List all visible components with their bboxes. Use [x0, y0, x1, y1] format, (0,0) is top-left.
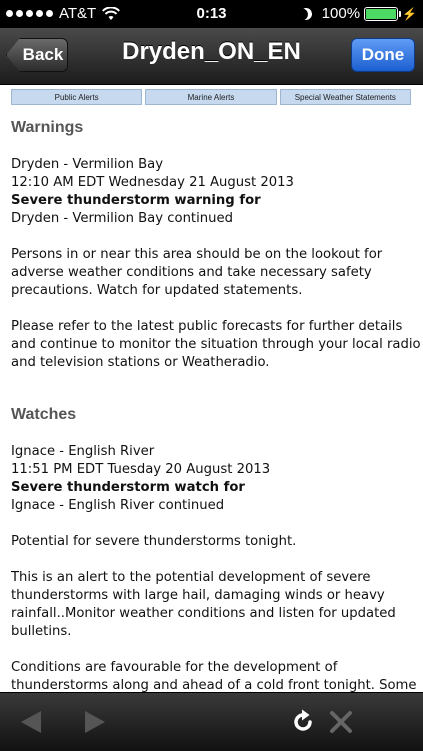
text-line: Please refer to the latest public foreca… — [11, 319, 403, 334]
warning-subtitle: Dryden - Vermilion Bay continued — [11, 211, 233, 226]
text-line: thunderstorms with large hail, damaging … — [11, 588, 385, 603]
watch-paragraph-1: Potential for severe thunderstorms tonig… — [11, 533, 416, 551]
status-bar: AT&T 0:13 100% ⚡ — [0, 0, 423, 28]
warning-paragraph-2: Please refer to the latest public foreca… — [11, 318, 421, 372]
text-line: Persons in or near this area should be o… — [11, 247, 383, 262]
watch-subtitle: Ignace - English River continued — [11, 498, 225, 513]
text-line: Conditions are favourable for the develo… — [11, 660, 338, 675]
text-line: and television stations or Weatheradio. — [11, 355, 270, 370]
warning-datetime: 12:10 AM EDT Wednesday 21 August 2013 — [11, 175, 294, 190]
status-right: 100% ⚡ — [300, 5, 417, 22]
navigation-bar: Back Dryden_ON_EN Done — [0, 28, 423, 85]
charging-bolt-icon: ⚡ — [402, 6, 417, 21]
watches-heading: Watches — [11, 406, 77, 423]
watch-title: Severe thunderstorm watch for — [11, 480, 245, 495]
done-button[interactable]: Done — [351, 38, 415, 72]
tab-public-alerts[interactable]: Public Alerts — [11, 89, 143, 105]
alerts-content[interactable]: Public Alerts Marine Alerts Special Weat… — [0, 85, 423, 692]
back-button[interactable]: Back — [6, 38, 68, 72]
bottom-toolbar — [0, 692, 423, 751]
moon-icon — [298, 6, 313, 21]
forward-arrow-icon[interactable] — [80, 707, 110, 737]
warning-paragraph-1: Persons in or near this area should be o… — [11, 246, 416, 300]
warnings-heading: Warnings — [11, 119, 84, 136]
watch-paragraph-3: Conditions are favourable for the develo… — [11, 659, 417, 692]
tab-marine-alerts[interactable]: Marine Alerts — [145, 89, 277, 105]
back-arrow-icon[interactable] — [16, 707, 46, 737]
alert-tabs: Public Alerts Marine Alerts Special Weat… — [11, 89, 411, 105]
text-line: precautions. Watch for updated statement… — [11, 283, 303, 298]
battery-icon — [364, 6, 402, 21]
battery-percentage: 100% — [321, 5, 361, 22]
text-line: rainfall..Monitor weather conditions and… — [11, 606, 396, 621]
watch-paragraph-2: This is an alert to the potential develo… — [11, 569, 416, 641]
text-line: and continue to monitor the situation th… — [11, 337, 421, 352]
text-line: bulletins. — [11, 624, 72, 639]
text-line: adverse weather conditions and take nece… — [11, 265, 372, 280]
text-line: Potential for severe thunderstorms tonig… — [11, 534, 297, 549]
watch-location: Ignace - English River — [11, 444, 155, 459]
tab-special-weather-statements[interactable]: Special Weather Statements — [279, 89, 411, 105]
warning-location: Dryden - Vermilion Bay — [11, 157, 164, 172]
refresh-icon[interactable] — [288, 707, 318, 737]
page-title: Dryden_ON_EN — [122, 38, 301, 65]
text-line: thunderstorms along and ahead of a cold … — [11, 678, 417, 692]
text-line: This is an alert to the potential develo… — [11, 570, 371, 585]
alerts-body: Warnings Dryden - Vermilion Bay 12:10 AM… — [11, 113, 421, 692]
warning-title: Severe thunderstorm warning for — [11, 193, 261, 208]
stop-icon[interactable] — [326, 707, 356, 737]
watch-datetime: 11:51 PM EDT Tuesday 20 August 2013 — [11, 462, 271, 477]
